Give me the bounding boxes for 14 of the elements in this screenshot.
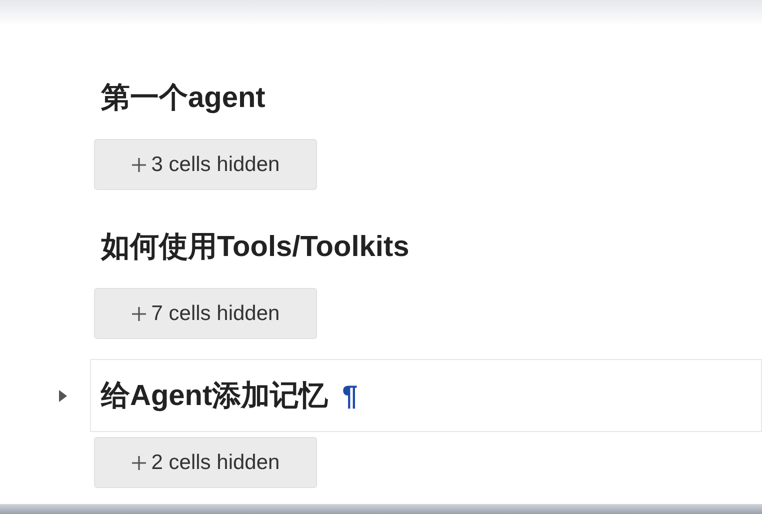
- markdown-cell[interactable]: 给Agent添加记忆 ¶: [90, 359, 762, 432]
- markdown-cell[interactable]: 第一个agent: [90, 61, 762, 134]
- hidden-cells-button[interactable]: 2 cells hidden: [94, 437, 317, 488]
- plus-icon: [131, 306, 148, 322]
- anchor-link[interactable]: ¶: [342, 376, 358, 416]
- collapse-caret-icon[interactable]: [58, 388, 68, 402]
- hidden-cells-button[interactable]: 7 cells hidden: [94, 288, 317, 339]
- markdown-cell[interactable]: 如何使用Tools/Toolkits: [90, 210, 762, 283]
- section-heading: 给Agent添加记忆: [101, 378, 328, 414]
- hidden-cells-button[interactable]: 3 cells hidden: [94, 139, 317, 190]
- section-heading: 第一个agent: [101, 80, 266, 116]
- plus-icon: [131, 156, 148, 172]
- plus-icon: [131, 454, 148, 470]
- section-heading: 如何使用Tools/Toolkits: [101, 230, 410, 264]
